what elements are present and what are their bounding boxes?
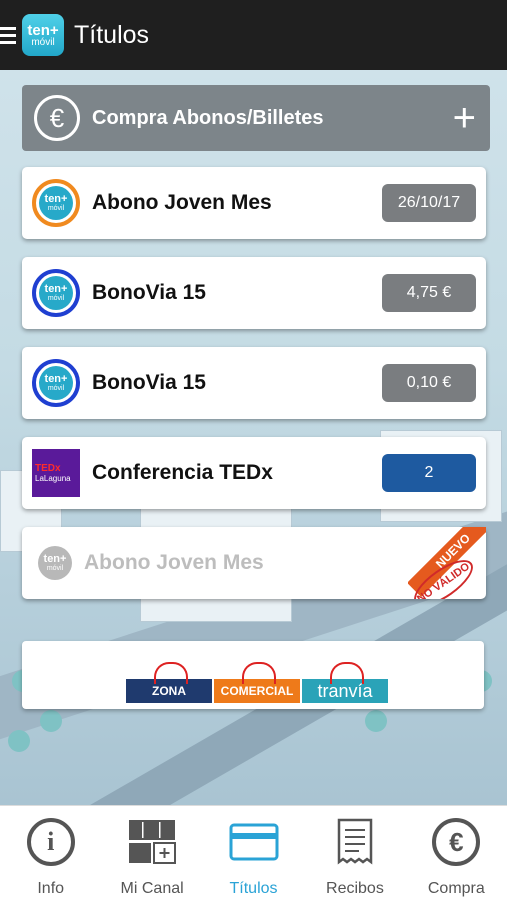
ticket-card[interactable]: TEDx LaLaguna Conferencia TEDx 2 — [22, 437, 486, 509]
tenmas-logo-icon: ten+ móvil — [38, 546, 72, 580]
ticket-name: Abono Joven Mes — [92, 191, 272, 214]
promo-text: ZONA — [152, 684, 186, 698]
tenmas-text: ten+ — [44, 373, 68, 385]
nav-info[interactable]: i Info — [0, 806, 101, 901]
menu-icon[interactable] — [0, 26, 16, 44]
tenmas-text: ten+ — [44, 193, 68, 205]
tenmas-text: ten+ — [43, 553, 67, 565]
app-logo: ten+ móvil — [22, 14, 64, 56]
ticket-name: BonoVia 15 — [92, 281, 206, 304]
card-icon — [229, 823, 279, 861]
nav-compra[interactable]: € Compra — [406, 806, 507, 901]
ticket-card-invalid[interactable]: ten+ móvil Abono Joven Mes NUEVO NO VÁLID… — [22, 527, 486, 599]
promo-banner[interactable]: ZONA COMERCIAL tranvía — [22, 641, 484, 709]
promo-bag-tranvia: tranvía — [302, 662, 388, 703]
nav-label: Mi Canal — [120, 880, 184, 897]
buy-passes-label: Compra Abonos/Billetes — [92, 106, 324, 129]
ticket-value-badge: 4,75 € — [382, 274, 476, 312]
nav-recibos[interactable]: Recibos — [304, 806, 405, 901]
tenmas-logo-icon: ten+ móvil — [32, 179, 80, 227]
logo-line1: ten+ — [27, 21, 59, 39]
tedx-location-text: LaLaguna — [35, 474, 71, 483]
logo-line2: móvil — [31, 36, 55, 48]
grid-icon — [129, 820, 177, 864]
nav-label: Recibos — [326, 880, 384, 897]
movil-text: móvil — [46, 565, 64, 572]
nav-mi-canal[interactable]: Mi Canal — [101, 806, 202, 901]
promo-bag-zona: ZONA — [126, 662, 212, 703]
ticket-value-badge: 26/10/17 — [382, 184, 476, 222]
tedx-logo-icon: TEDx LaLaguna — [32, 449, 80, 497]
tenmas-text: ten+ — [44, 283, 68, 295]
promo-bag-comercial: COMERCIAL — [214, 662, 300, 703]
ticket-value-badge: 0,10 € — [382, 364, 476, 402]
app-bar: ten+ móvil Títulos — [0, 0, 507, 70]
ticket-name: BonoVia 15 — [92, 371, 206, 394]
nav-titulos[interactable]: Títulos — [203, 806, 304, 901]
receipt-icon — [337, 818, 373, 865]
movil-text: móvil — [47, 295, 65, 302]
new-invalid-stamp: NUEVO NO VÁLIDO — [408, 527, 486, 599]
info-icon: i — [26, 818, 75, 866]
euro-icon: € — [34, 95, 80, 141]
page-title: Títulos — [74, 20, 150, 49]
nav-label: Títulos — [229, 880, 278, 897]
movil-text: móvil — [47, 205, 65, 212]
ticket-card[interactable]: ten+ móvil BonoVia 15 0,10 € — [22, 347, 486, 419]
ticket-name: Conferencia TEDx — [92, 461, 273, 484]
ticket-card[interactable]: ten+ móvil BonoVia 15 4,75 € — [22, 257, 486, 329]
nav-label: Info — [37, 880, 65, 897]
ticket-count-badge: 2 — [382, 454, 476, 492]
tenmas-logo-icon: ten+ móvil — [32, 359, 80, 407]
buy-passes-button[interactable]: € Compra Abonos/Billetes + — [22, 85, 490, 151]
promo-text: COMERCIAL — [220, 684, 294, 698]
nav-label: Compra — [427, 880, 485, 897]
euro-icon: € — [432, 818, 481, 866]
movil-text: móvil — [47, 385, 65, 392]
tedx-text: TEDx — [35, 463, 61, 474]
plus-icon: + — [452, 96, 476, 140]
bottom-nav: i Info Mi Canal Títulos Recibos € Compra — [0, 805, 507, 901]
tenmas-logo-icon: ten+ móvil — [32, 269, 80, 317]
ticket-card[interactable]: ten+ móvil Abono Joven Mes 26/10/17 — [22, 167, 486, 239]
